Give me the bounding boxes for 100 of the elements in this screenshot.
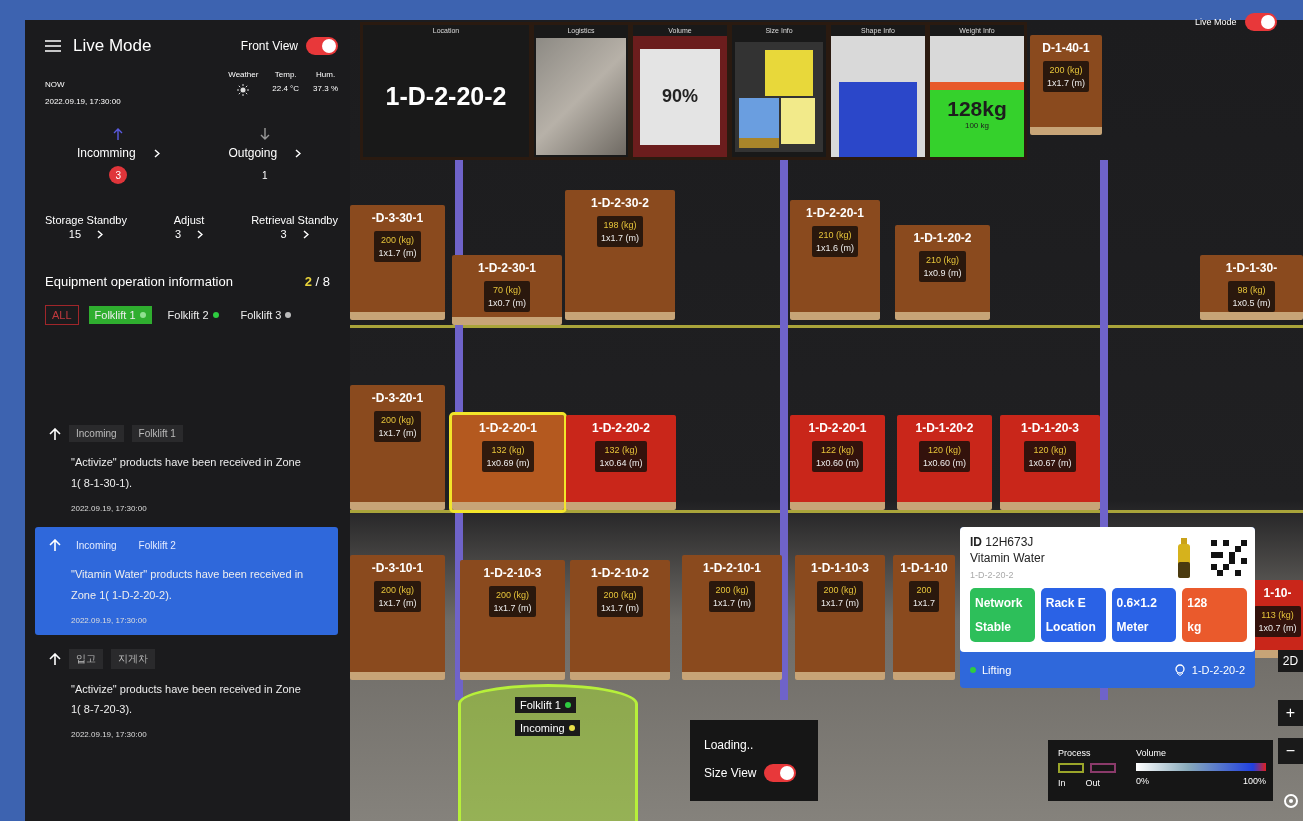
- chevron-icon: [97, 229, 104, 239]
- now-datetime: 2022.09.19, 17:30:00: [45, 97, 121, 106]
- stat-value: 0.6×1.2: [1116, 596, 1158, 610]
- box-weight: 200 (kg): [380, 415, 414, 425]
- cargo-box[interactable]: 1-D-1-20-2 210 (kg) 1x0.9 (m): [895, 225, 990, 320]
- legend-label: In: [1058, 778, 1066, 788]
- cargo-box[interactable]: 1-D-1-10 200 1x1.7: [893, 555, 955, 680]
- product-id: ID 12H673J: [970, 535, 1035, 549]
- status-text: Lifting: [982, 664, 1012, 676]
- in-swatch: [1058, 763, 1084, 773]
- box-size: 1x1.7 (m): [378, 598, 417, 608]
- forklift-tag: Folklift 1: [515, 697, 576, 713]
- standby-count: 3: [175, 228, 182, 240]
- flow-label[interactable]: Outgoing: [228, 146, 278, 160]
- status-dot-icon: [970, 667, 976, 673]
- box-label: -D-3-10-1: [371, 561, 424, 575]
- box-size: 1x1.7 (m): [713, 598, 751, 608]
- box-size: 1x0.7 (m): [488, 298, 526, 308]
- cargo-box[interactable]: 1-D-2-10-2 200 (kg) 1x1.7 (m): [570, 560, 670, 680]
- qr-code-icon: [1211, 539, 1247, 576]
- arrow-down-icon: [259, 128, 270, 140]
- box-size: 1x0.9 (m): [923, 268, 962, 278]
- box-label: 1-D-2-20-2: [592, 421, 650, 435]
- box-size: 1x0.5 (m): [1232, 298, 1271, 308]
- event-item[interactable]: Incoming Folklift 2 "Vitamin Water" products have been received in Zone 1( 1-D-2-20-2). 2022.09.19, 17:30:00: [35, 526, 338, 635]
- cargo-box[interactable]: 1-D-2-20-2 132 (kg) 1x0.64 (m): [566, 415, 676, 510]
- cargo-box[interactable]: 1-D-2-10-1 200 (kg) 1x1.7 (m): [682, 555, 782, 680]
- cargo-box[interactable]: 1-D-2-30-1 70 (kg) 1x0.7 (m): [452, 255, 562, 325]
- box-weight: 200 (kg): [1049, 65, 1083, 75]
- standby-count: 3: [280, 228, 287, 240]
- cargo-box[interactable]: 1-D-2-20-1 132 (kg) 1x0.69 (m): [452, 415, 564, 510]
- standby-label[interactable]: Storage Standby: [45, 214, 127, 226]
- box-weight: 210 (kg): [818, 230, 852, 240]
- box-label: -D-3-30-1: [371, 211, 424, 225]
- pin-icon: [1173, 664, 1186, 676]
- box-weight: 210 (kg): [925, 255, 959, 265]
- box-weight: 200: [916, 585, 932, 595]
- now-label: NOW: [45, 80, 66, 89]
- flow-count: 3: [109, 166, 128, 184]
- legend-title: Volume: [1136, 748, 1168, 758]
- zoom-out-button[interactable]: −: [1278, 738, 1303, 764]
- filter-chip[interactable]: Folklift 2: [161, 306, 225, 324]
- flow-count: 1: [260, 168, 269, 183]
- box-label: -D-3-20-1: [371, 391, 424, 405]
- live-mode-toggle[interactable]: [1244, 13, 1277, 31]
- weather-value: 22.4 °C: [272, 84, 300, 93]
- standby-label[interactable]: Adjust: [173, 214, 205, 226]
- box-label: 1-D-2-20-1: [479, 421, 537, 435]
- cargo-box[interactable]: D-1-40-1 200 (kg) 1x1.7 (m): [1030, 35, 1102, 135]
- box-size: 1x1.7 (m): [493, 603, 532, 613]
- event-item[interactable]: 입고 지게차 "Activize" products have been received in Zone 1( 8-7-20-3). 2022.09.19, 17:30:00: [35, 638, 338, 750]
- view-mode-button[interactable]: 2D: [1278, 650, 1303, 672]
- cargo-box[interactable]: 1-D-2-30-2 198 (kg) 1x1.7 (m): [565, 190, 675, 320]
- legend-label: 100%: [1242, 776, 1266, 786]
- cargo-box[interactable]: 1-D-2-10-3 200 (kg) 1x1.7 (m): [460, 560, 565, 680]
- stat-label: Meter: [1116, 620, 1150, 634]
- box-label: 1-D-1-20-2: [913, 231, 972, 245]
- size-view-toggle[interactable]: [764, 764, 797, 782]
- legend-title: Process: [1058, 748, 1092, 758]
- box-size: 1x0.67 (m): [1028, 458, 1072, 468]
- cargo-box[interactable]: 1-D-1-10-3 200 (kg) 1x1.7 (m): [795, 555, 885, 680]
- size-view-label: Size View: [704, 766, 757, 780]
- cargo-box[interactable]: -D-3-30-1 200 (kg) 1x1.7 (m): [350, 205, 445, 320]
- box-weight: 98 (kg): [1237, 285, 1266, 295]
- live-mode-label: Live Mode: [1195, 17, 1237, 27]
- arrow-up-icon: [113, 128, 124, 140]
- cargo-box[interactable]: -D-3-20-1 200 (kg) 1x1.7 (m): [350, 385, 445, 510]
- forklift-tag: Incoming: [515, 720, 580, 736]
- box-label: 1-10-: [1263, 586, 1292, 600]
- box-size: 1x1.7 (m): [378, 428, 417, 438]
- chevron-icon: [302, 229, 309, 239]
- event-tag: Folklift 2: [131, 536, 183, 554]
- locate-icon[interactable]: [1282, 792, 1300, 810]
- cargo-box[interactable]: 1-D-1-30- 98 (kg) 1x0.5 (m): [1200, 255, 1303, 320]
- cargo-box[interactable]: 1-D-2-20-1 210 (kg) 1x1.6 (m): [790, 200, 880, 320]
- event-message: "Activize" products have been received in Zone 1( 8-1-30-1).: [71, 455, 302, 491]
- event-tag: 입고: [69, 648, 103, 669]
- box-label: 1-D-2-10-3: [483, 566, 542, 580]
- menu-icon[interactable]: [45, 40, 61, 52]
- box-weight: 122 (kg): [820, 445, 854, 455]
- stat-label: kg: [1187, 620, 1203, 634]
- event-item[interactable]: Incoming Folklift 1 "Activize" products have been received in Zone 1( 8-1-30-1). 2022.09.19, 17:30:00: [35, 415, 338, 523]
- cargo-box[interactable]: -D-3-10-1 200 (kg) 1x1.7 (m): [350, 555, 445, 680]
- front-view-toggle[interactable]: [306, 37, 338, 55]
- cargo-box[interactable]: 1-D-2-20-1 122 (kg) 1x0.60 (m): [790, 415, 885, 510]
- box-weight: 200 (kg): [715, 585, 749, 595]
- standby-label[interactable]: Retrieval Standby: [251, 214, 338, 226]
- location-value: 1-D-2-20-2: [385, 82, 507, 111]
- box-weight: 132 (kg): [604, 445, 638, 455]
- zoom-in-button[interactable]: +: [1278, 700, 1303, 726]
- cargo-box[interactable]: 1-D-1-20-3 120 (kg) 1x0.67 (m): [1000, 415, 1100, 510]
- filter-chip[interactable]: Folklift 3: [234, 306, 298, 324]
- standby-count: 15: [68, 228, 82, 240]
- box-weight: 200 (kg): [495, 590, 529, 600]
- stat-value: Rack E: [1045, 596, 1087, 610]
- product-name: Vitamin Water: [970, 551, 1045, 565]
- flow-label[interactable]: Incomming: [76, 146, 136, 160]
- box-weight: 113 (kg): [1261, 610, 1294, 620]
- cargo-box[interactable]: 1-D-1-20-2 120 (kg) 1x0.60 (m): [897, 415, 992, 510]
- weight-sub: 100 kg: [964, 121, 989, 130]
